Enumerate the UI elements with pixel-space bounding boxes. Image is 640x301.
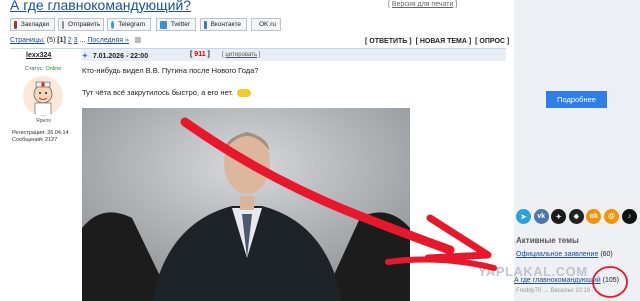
annotation-underline: [385, 256, 497, 271]
annotation-circle: [592, 266, 628, 298]
annotation-arrow-head: [424, 214, 492, 262]
annotation-arrow-shaft: [180, 117, 455, 255]
tiktok-glyph: ♪: [627, 213, 632, 220]
tiktok-icon[interactable]: ♪: [622, 209, 637, 224]
annotation-overlay: [180, 117, 628, 298]
